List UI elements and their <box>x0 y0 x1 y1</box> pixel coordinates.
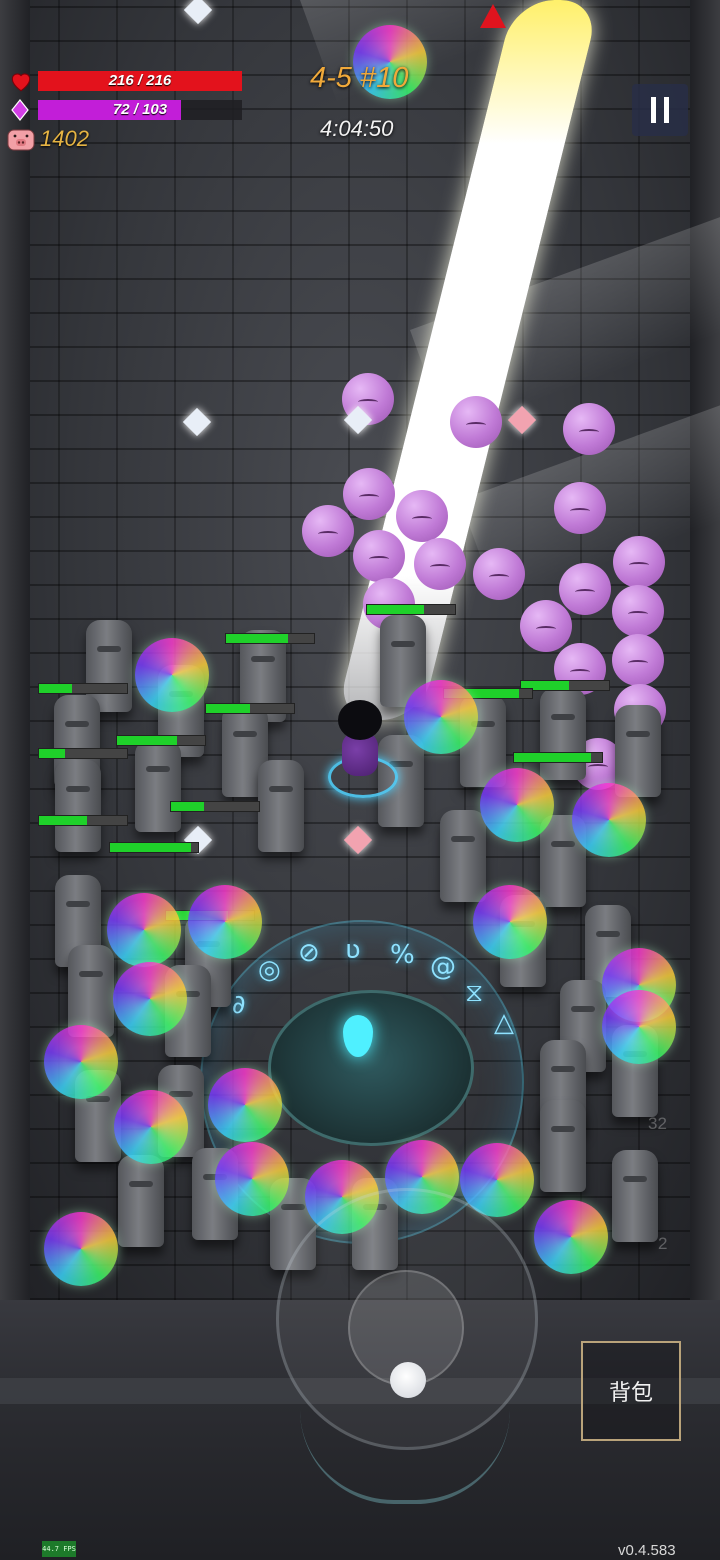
purple-slime-enemy <box>302 505 354 557</box>
enemy-health-bar <box>225 633 315 644</box>
rainbow-orb <box>534 1200 608 1274</box>
stone-statue-enemy <box>612 1150 658 1242</box>
left-wall <box>0 0 30 1300</box>
purple-slime-enemy <box>613 536 665 588</box>
rune-icon: ⧖ <box>465 978 484 1008</box>
gem-icon <box>11 99 29 121</box>
mana-row: 72 / 103 <box>8 98 242 122</box>
rainbow-orb <box>107 893 181 967</box>
enemy-health-bar <box>116 735 206 746</box>
purple-slime-enemy <box>520 600 572 652</box>
rune-icon: @ <box>430 952 456 982</box>
fps-counter: 44.7 FPS <box>42 1541 76 1557</box>
hp-bar: 216 / 216 <box>38 71 242 91</box>
rainbow-orb <box>113 962 187 1036</box>
coins-row: 1402 <box>6 126 89 152</box>
mana-bar: 72 / 103 <box>38 100 242 120</box>
rune-icon: ʋ <box>345 935 361 965</box>
heart-icon <box>11 73 31 92</box>
purple-slime-enemy <box>559 563 611 615</box>
enemy-health-bar <box>38 683 128 694</box>
version-label: v0.4.583 <box>618 1542 676 1559</box>
stone-statue-enemy <box>540 688 586 780</box>
purple-slime-enemy <box>554 482 606 534</box>
mana-text: 72 / 103 <box>112 101 168 118</box>
rune-icon: △ <box>494 1008 514 1038</box>
coin-count: 1402 <box>40 126 89 151</box>
rainbow-orb <box>480 768 554 842</box>
stone-statue-enemy <box>68 945 114 1037</box>
purple-slime-enemy <box>414 538 466 590</box>
rune-icon: ⊘ <box>298 938 320 968</box>
rainbow-orb <box>602 990 676 1064</box>
stone-statue-enemy <box>258 760 304 852</box>
right-wall <box>690 0 720 1300</box>
purple-slime-enemy <box>563 403 615 455</box>
rainbow-orb <box>404 680 478 754</box>
purple-slime-enemy <box>450 396 502 448</box>
purple-slime-enemy <box>612 585 664 637</box>
rainbow-orb <box>188 885 262 959</box>
purple-slime-enemy <box>353 530 405 582</box>
joystick-knob[interactable] <box>390 1362 426 1398</box>
bag-button[interactable]: 背包 <box>581 1341 681 1441</box>
enemy-health-bar <box>366 604 456 615</box>
enemy-health-bar <box>520 680 610 691</box>
rainbow-orb <box>208 1068 282 1142</box>
purple-slime-enemy <box>396 490 448 542</box>
pause-icon <box>664 97 669 123</box>
player-character <box>328 700 398 798</box>
side-count: 2 <box>658 1234 668 1253</box>
rune-icon: ∂ <box>232 990 246 1020</box>
stone-statue-enemy <box>440 810 486 902</box>
rainbow-orb <box>572 783 646 857</box>
rune-icon: % <box>390 940 415 970</box>
hp-row: 216 / 216 <box>8 68 242 94</box>
stone-statue-enemy <box>135 740 181 832</box>
purple-slime-enemy <box>343 468 395 520</box>
pig-icon <box>7 129 35 151</box>
pause-icon <box>651 97 656 123</box>
enemy-health-bar <box>109 842 199 853</box>
altar <box>268 990 474 1146</box>
purple-slime-enemy <box>612 634 664 686</box>
rainbow-orb <box>473 885 547 959</box>
enemy-health-bar <box>170 801 260 812</box>
stone-statue-enemy <box>540 1100 586 1192</box>
rainbow-orb <box>44 1212 118 1286</box>
rainbow-orb <box>114 1090 188 1164</box>
rune-icon: ◎ <box>258 955 281 985</box>
pause-button[interactable] <box>632 84 688 136</box>
stage-label: 4-5 #10 <box>310 62 409 94</box>
enemy-health-bar <box>205 703 295 714</box>
enemy-health-bar <box>513 752 603 763</box>
run-timer: 4:04:50 <box>320 116 394 141</box>
enemy-health-bar <box>38 815 128 826</box>
game-viewport[interactable]: ◎ ⊘ ʋ % @ ⧖ △ ∂ 216 / 216 72 / 103 1402 … <box>0 0 720 1560</box>
hp-text: 216 / 216 <box>108 72 172 89</box>
rainbow-orb <box>135 638 209 712</box>
rainbow-orb <box>215 1142 289 1216</box>
purple-slime-enemy <box>473 548 525 600</box>
stone-statue-enemy <box>55 760 101 852</box>
player-head <box>338 700 382 740</box>
stone-statue-enemy <box>118 1155 164 1247</box>
enemy-health-bar <box>38 748 128 759</box>
stone-statue-enemy <box>615 705 661 797</box>
rainbow-orb <box>44 1025 118 1099</box>
red-arrow-icon <box>480 4 506 28</box>
side-count: 32 <box>648 1114 667 1133</box>
